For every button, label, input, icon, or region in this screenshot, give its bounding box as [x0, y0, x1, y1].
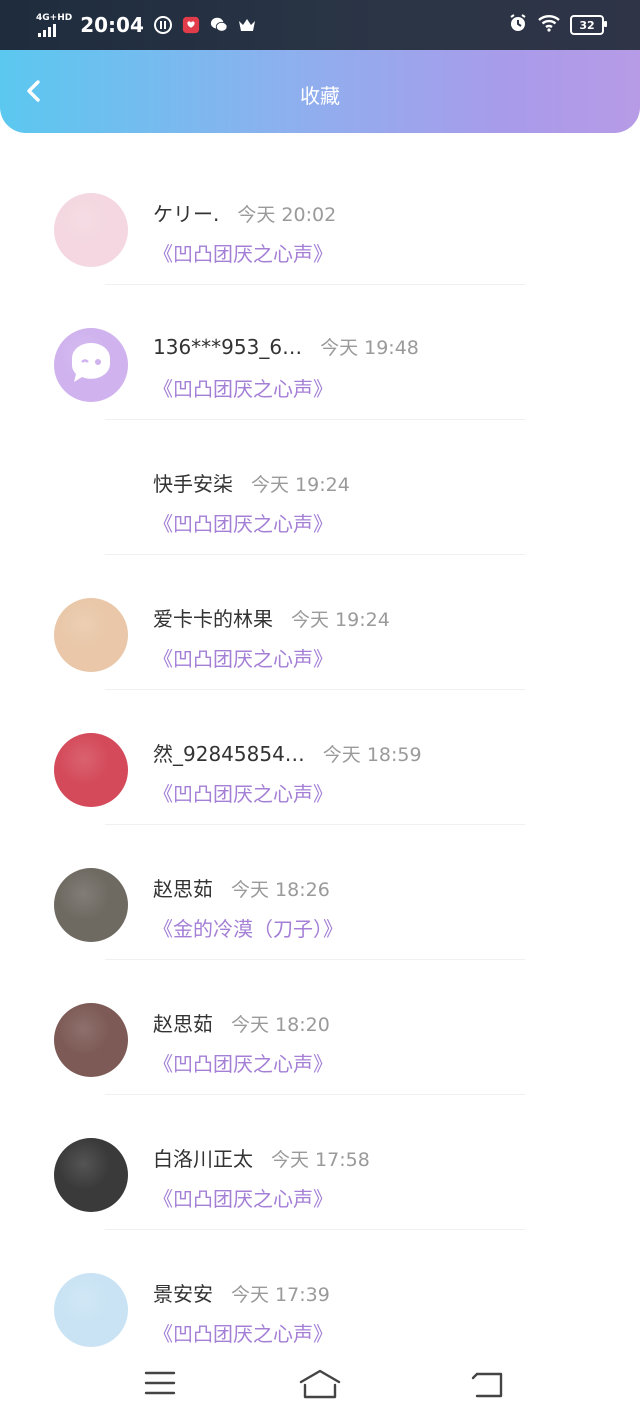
status-bar: 4G+HD 20:04 32 [0, 0, 640, 50]
timestamp: 今天 18:20 [231, 1014, 330, 1036]
menu-button[interactable] [142, 1368, 186, 1400]
user-name: ケリー. 今天 20:02 [153, 198, 336, 227]
timestamp: 今天 17:39 [231, 1284, 330, 1306]
work-title-link[interactable]: 《金的冷漠（刀子）》 [153, 913, 343, 942]
status-right: 32 [508, 13, 607, 37]
work-title-link[interactable]: 《凹凸团厌之心声》 [153, 778, 333, 807]
timestamp: 今天 19:24 [291, 609, 390, 631]
work-title-link[interactable]: 《凹凸团厌之心声》 [153, 1318, 333, 1347]
network-indicator: 4G+HD [36, 12, 73, 37]
page-title: 收藏 [300, 84, 340, 108]
back-nav-button[interactable] [468, 1368, 512, 1400]
home-icon [299, 1369, 341, 1399]
wifi-icon [538, 14, 560, 36]
timestamp: 今天 17:58 [271, 1149, 370, 1171]
user-name-text: 136***953_6… [153, 335, 303, 359]
home-button[interactable] [298, 1368, 342, 1400]
signal-icon [38, 23, 56, 37]
avatar[interactable] [54, 598, 128, 672]
list-item[interactable]: 景安安 今天 17:39 《凹凸团厌之心声》 [0, 1230, 640, 1365]
user-name: 白洛川正太 今天 17:58 [153, 1143, 370, 1172]
list-item[interactable]: 爱卡卡的林果 今天 19:24 《凹凸团厌之心声》 [0, 555, 640, 690]
soul-app-icon [153, 16, 172, 34]
favorites-list: ケリー. 今天 20:02 《凹凸团厌之心声》 136***953_6… 今天 19:4… [0, 150, 640, 1365]
list-item[interactable]: 136***953_6… 今天 19:48 《凹凸团厌之心声》 [0, 285, 640, 420]
battery-indicator: 32 [570, 15, 607, 35]
red-app-icon [182, 16, 200, 34]
system-nav-bar [0, 1350, 640, 1422]
work-title-link[interactable]: 《凹凸团厌之心声》 [153, 1048, 333, 1077]
avatar[interactable] [54, 868, 128, 942]
user-name-text: 景安安 [153, 1282, 213, 1306]
chat-bubble-icon [71, 343, 110, 382]
user-name: 景安安 今天 17:39 [153, 1278, 330, 1307]
wechat-icon [210, 16, 228, 34]
user-name: 爱卡卡的林果 今天 19:24 [153, 603, 390, 632]
list-item[interactable]: 快手安柒 今天 19:24 《凹凸团厌之心声》 [0, 420, 640, 555]
work-title-link[interactable]: 《凹凸团厌之心声》 [153, 1183, 333, 1212]
crown-icon [238, 16, 256, 34]
avatar[interactable] [54, 1273, 128, 1347]
timestamp: 今天 19:48 [320, 337, 419, 359]
timestamp: 今天 20:02 [237, 204, 337, 226]
user-name: 赵思茹 今天 18:20 [153, 1008, 330, 1037]
list-item[interactable]: 然_92845854… 今天 18:59 《凹凸团厌之心声》 [0, 690, 640, 825]
status-left: 4G+HD 20:04 [36, 13, 256, 37]
user-name-text: 快手安柒 [153, 472, 233, 496]
menu-icon [144, 1371, 176, 1395]
list-item[interactable]: 赵思茹 今天 18:20 《凹凸团厌之心声》 [0, 960, 640, 1095]
work-title-link[interactable]: 《凹凸团厌之心声》 [153, 643, 333, 672]
user-name-text: 爱卡卡的林果 [153, 607, 273, 631]
alarm-icon [508, 13, 528, 37]
user-name-text: 赵思茹 [153, 1012, 213, 1036]
list-item[interactable]: 白洛川正太 今天 17:58 《凹凸团厌之心声》 [0, 1095, 640, 1230]
user-name: 136***953_6… 今天 19:48 [153, 333, 419, 360]
timestamp: 今天 19:24 [251, 474, 350, 496]
app-header: 收藏 [0, 50, 640, 133]
avatar[interactable] [54, 1138, 128, 1212]
avatar[interactable] [54, 733, 128, 807]
avatar[interactable] [54, 463, 128, 537]
user-name-text: 赵思茹 [153, 877, 213, 901]
avatar[interactable] [54, 1003, 128, 1077]
user-name-text: 然_92845854… [153, 742, 305, 766]
work-title-link[interactable]: 《凹凸团厌之心声》 [153, 373, 333, 402]
back-nav-icon [471, 1372, 503, 1398]
user-name: 然_92845854… 今天 18:59 [153, 738, 422, 767]
list-item[interactable]: ケリー. 今天 20:02 《凹凸团厌之心声》 [0, 150, 640, 285]
user-name-text: 白洛川正太 [153, 1147, 253, 1171]
timestamp: 今天 18:26 [231, 879, 330, 901]
user-name-text: ケリー. [153, 202, 220, 226]
user-name: 快手安柒 今天 19:24 [153, 468, 350, 497]
clock: 20:04 [80, 13, 144, 37]
timestamp: 今天 18:59 [322, 744, 422, 766]
avatar[interactable] [54, 193, 128, 267]
network-label: 4G+HD [36, 12, 73, 23]
user-name: 赵思茹 今天 18:26 [153, 873, 330, 902]
work-title-link[interactable]: 《凹凸团厌之心声》 [153, 238, 333, 267]
avatar[interactable] [54, 328, 128, 402]
list-item[interactable]: 赵思茹 今天 18:26 《金的冷漠（刀子）》 [0, 825, 640, 960]
work-title-link[interactable]: 《凹凸团厌之心声》 [153, 508, 333, 537]
